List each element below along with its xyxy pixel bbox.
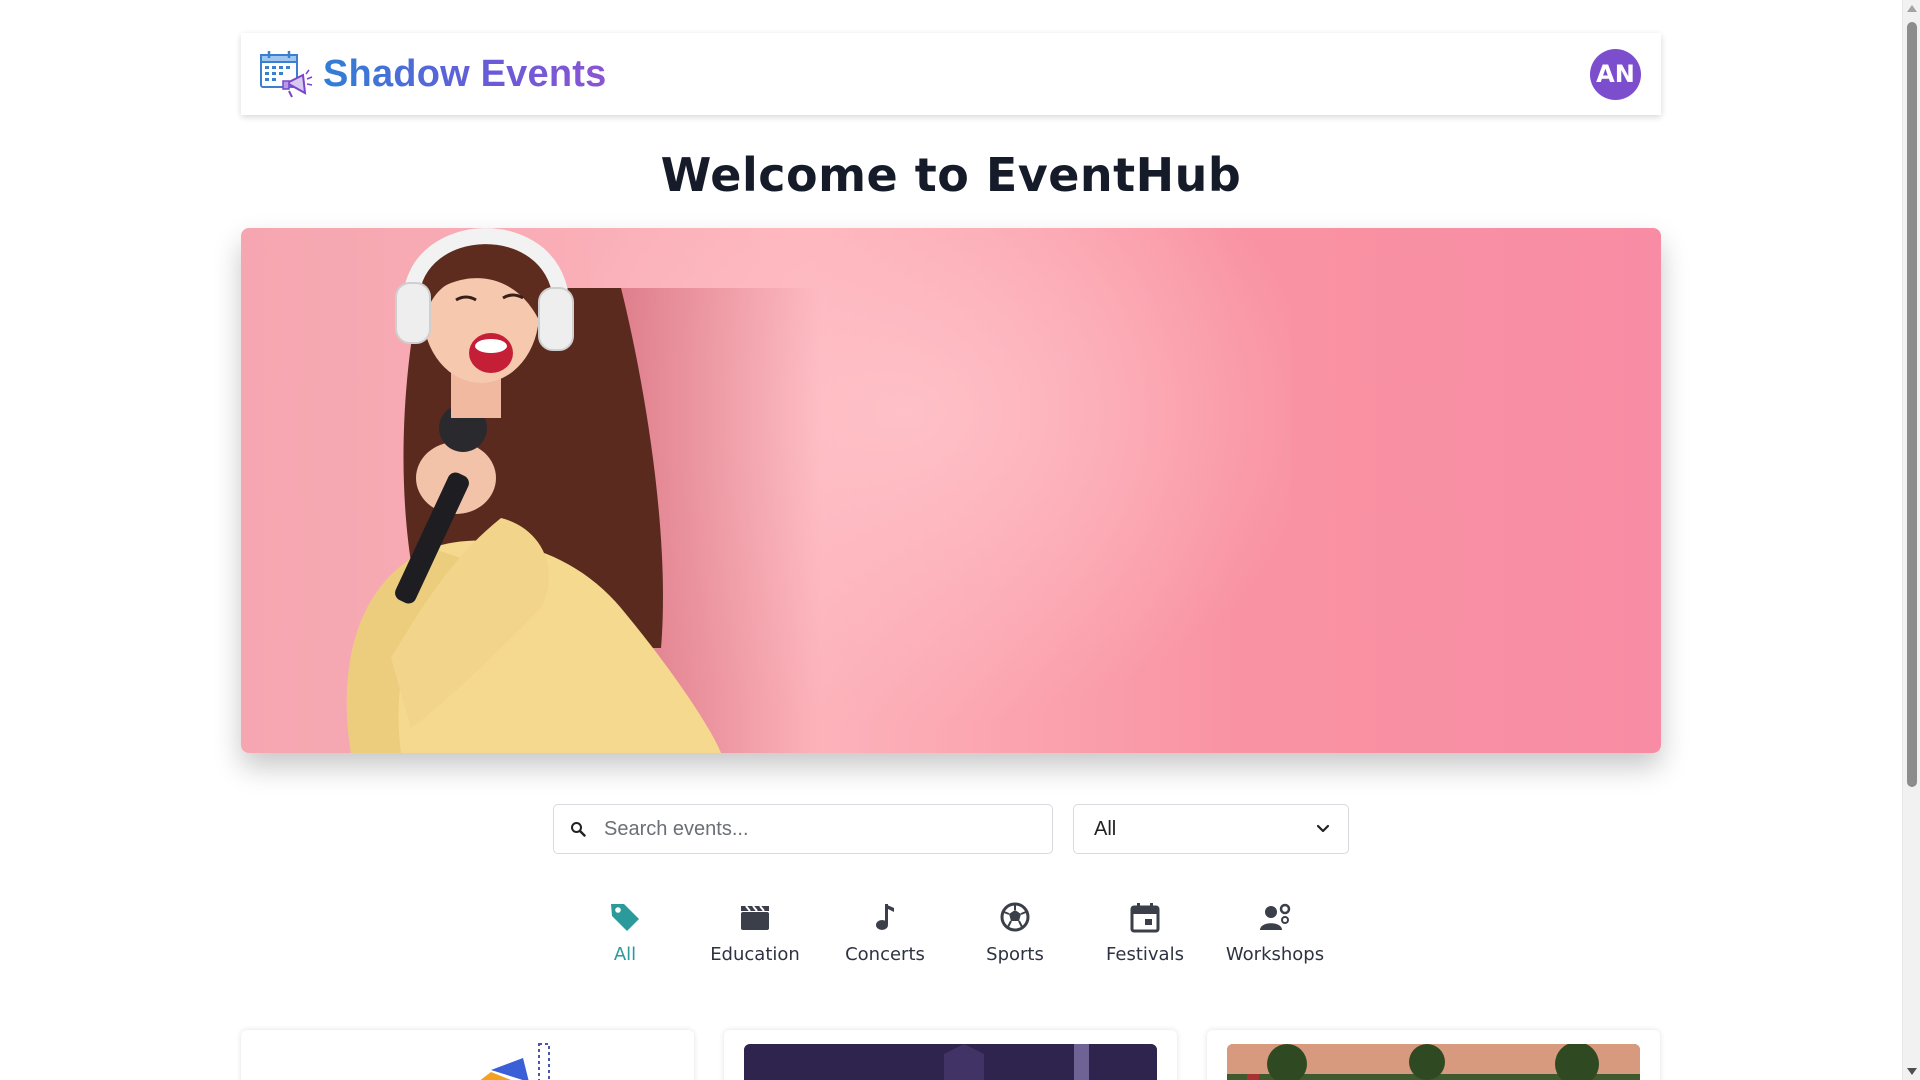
category-label: Sports — [986, 944, 1044, 965]
hero-banner — [241, 228, 1661, 753]
event-card[interactable] — [1207, 1030, 1660, 1080]
event-card[interactable] — [241, 1030, 694, 1080]
event-image — [261, 1030, 694, 1080]
page-title: Welcome to EventHub — [660, 148, 1242, 202]
category-label: Workshops — [1225, 944, 1325, 965]
search-input[interactable] — [604, 817, 1004, 841]
calendar-megaphone-logo-icon — [260, 51, 313, 98]
category-tabs: All Education Concerts Sports Festivals … — [0, 900, 1920, 980]
soccer-ball-icon — [1000, 902, 1030, 932]
user-avatar[interactable]: AN — [1590, 48, 1641, 100]
category-label: Festivals — [1106, 944, 1184, 965]
scroll-down-arrow-icon[interactable] — [1907, 1068, 1917, 1075]
event-image — [744, 1044, 1157, 1080]
top-header: Shadow Events AN — [241, 33, 1661, 115]
scrollbar-thumb[interactable] — [1907, 22, 1917, 787]
category-education[interactable]: Education — [695, 900, 815, 965]
search-box[interactable] — [553, 804, 1053, 854]
category-label: Concerts — [845, 944, 925, 965]
music-note-icon — [876, 904, 894, 930]
category-label: All — [613, 944, 637, 965]
scroll-up-arrow-icon[interactable] — [1907, 5, 1917, 12]
chevron-down-icon — [1316, 824, 1330, 833]
page-scrollbar[interactable] — [1902, 0, 1920, 1080]
category-label: Education — [710, 944, 800, 965]
clapperboard-icon — [741, 905, 769, 930]
category-filter-select[interactable]: All — [1073, 804, 1349, 854]
event-image — [1227, 1044, 1640, 1080]
brand-name[interactable]: Shadow Events — [323, 53, 606, 96]
calendar-icon — [1130, 903, 1160, 933]
filter-selected-value: All — [1094, 817, 1117, 840]
brand[interactable]: Shadow Events — [259, 49, 606, 99]
category-sports[interactable]: Sports — [955, 900, 1075, 965]
category-festivals[interactable]: Festivals — [1085, 900, 1205, 965]
person-gear-icon — [1260, 903, 1291, 930]
tag-icon — [611, 904, 639, 931]
search-icon — [571, 822, 586, 837]
category-all[interactable]: All — [565, 900, 685, 965]
singer-with-headphones-image — [346, 228, 1291, 753]
category-concerts[interactable]: Concerts — [825, 900, 945, 965]
event-card[interactable] — [724, 1030, 1177, 1080]
category-workshops[interactable]: Workshops — [1215, 900, 1335, 965]
